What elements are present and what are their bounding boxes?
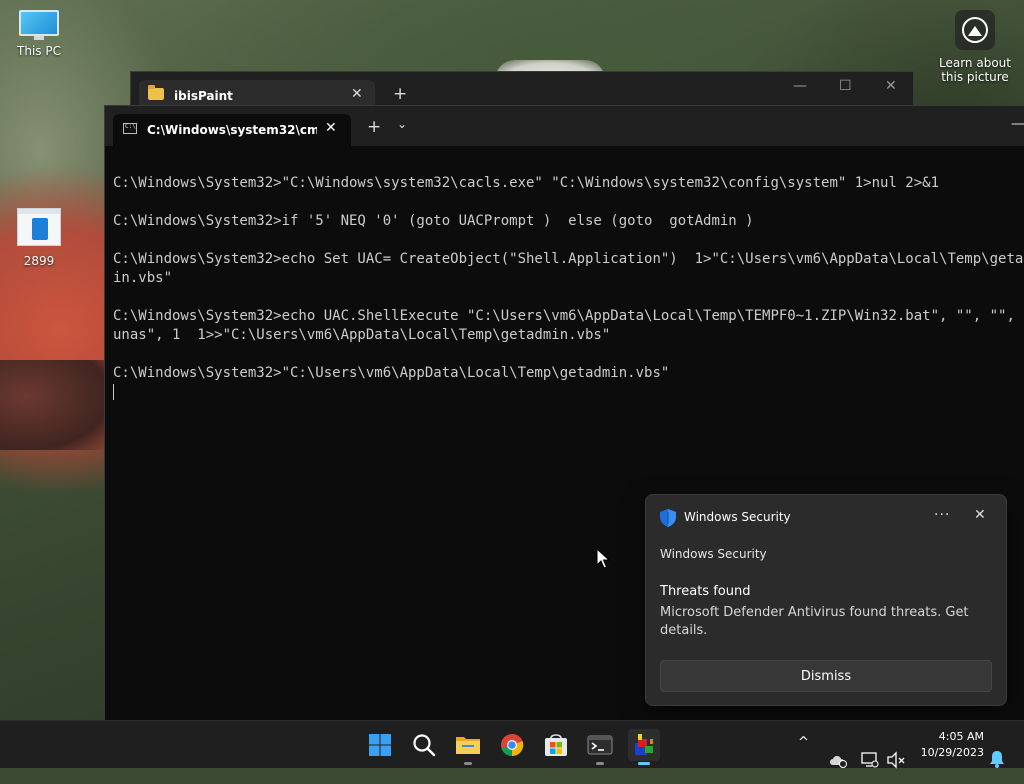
- tab-dropdown-button[interactable]: ⌄: [397, 117, 407, 131]
- desktop-icon-2899[interactable]: 2899: [0, 208, 78, 268]
- tab-close-button[interactable]: ✕: [351, 86, 363, 102]
- learn-about-picture-icon: [955, 10, 995, 50]
- desktop-icon-label: This PC: [17, 44, 61, 58]
- notification-headline: Threats found: [660, 584, 751, 599]
- running-indicator: [596, 762, 604, 765]
- taskbar-ibispaint[interactable]: [628, 729, 660, 765]
- notification-message[interactable]: Microsoft Defender Antivirus found threa…: [660, 604, 980, 640]
- terminal-line: C:\Windows\System32>"C:\Windows\system32…: [113, 175, 940, 191]
- close-button[interactable]: ✕: [885, 78, 897, 94]
- active-indicator: [638, 762, 650, 765]
- minimize-button[interactable]: —: [1011, 116, 1024, 132]
- notification-attribution: Windows Security: [660, 547, 767, 561]
- text-cursor: [113, 384, 114, 400]
- volume-muted-icon[interactable]: [886, 736, 906, 784]
- new-tab-button[interactable]: +: [393, 84, 407, 104]
- tab-title: C:\Windows\system32\cmd.exe: [147, 123, 317, 137]
- new-tab-button[interactable]: +: [367, 117, 381, 137]
- show-hidden-icons-button[interactable]: ^: [798, 735, 809, 783]
- terminal-line: C:\Windows\System32>echo UAC.ShellExecut…: [113, 308, 1024, 324]
- desktop-icon-learn-about-picture[interactable]: Learn about this picture: [936, 10, 1014, 84]
- dismiss-button[interactable]: Dismiss: [660, 660, 992, 692]
- wallpaper-detail: [0, 360, 110, 450]
- notification-bell-icon[interactable]: [988, 735, 1006, 783]
- taskbar-file-explorer[interactable]: [452, 729, 484, 765]
- clock[interactable]: 4:05 AM 10/29/2023: [912, 729, 984, 761]
- running-indicator: [464, 762, 472, 765]
- monitor-icon: [19, 10, 59, 40]
- network-icon[interactable]: [860, 736, 880, 784]
- document-icon: [17, 208, 61, 246]
- taskbar-chrome[interactable]: [496, 729, 528, 761]
- cmd-icon: [123, 123, 137, 134]
- terminal-line: C:\Windows\System32>echo Set UAC= Create…: [113, 251, 1024, 267]
- terminal-titlebar[interactable]: C:\Windows\system32\cmd.exe ✕ + ⌄ —: [105, 106, 1024, 146]
- more-options-button[interactable]: ···: [934, 507, 950, 523]
- onedrive-icon[interactable]: [828, 736, 848, 784]
- tab-title: ibisPaint: [174, 89, 233, 103]
- search-icon: [413, 734, 436, 757]
- desktop-icon-label: Learn about this picture: [939, 56, 1011, 84]
- terminal-line: in.vbs": [113, 270, 173, 286]
- mouse-pointer-icon: [596, 548, 610, 569]
- windows-start-icon: [369, 734, 391, 756]
- terminal-line: C:\Windows\System32>"C:\Users\vm6\AppDat…: [113, 365, 670, 381]
- folder-icon: [148, 85, 164, 100]
- terminal-prompt-line[interactable]: [113, 383, 1024, 402]
- terminal-line: C:\Windows\System32>if '5' NEQ '0' (goto…: [113, 213, 754, 229]
- windows-security-notification[interactable]: Windows Security ··· ✕ Windows Security …: [645, 494, 1007, 706]
- chrome-icon: [501, 733, 524, 757]
- notification-close-button[interactable]: ✕: [974, 507, 986, 523]
- store-icon: [545, 734, 567, 756]
- maximize-button[interactable]: ☐: [839, 78, 852, 94]
- clock-date: 10/29/2023: [920, 746, 984, 759]
- start-button[interactable]: [364, 729, 396, 761]
- folder-icon: [456, 737, 480, 754]
- search-button[interactable]: [408, 729, 440, 761]
- tab-cmd[interactable]: C:\Windows\system32\cmd.exe ✕: [113, 114, 351, 146]
- desktop-icon-this-pc[interactable]: This PC: [0, 10, 78, 58]
- ibispaint-icon: [635, 734, 653, 755]
- taskbar-microsoft-store[interactable]: [540, 729, 572, 761]
- notification-app-name: Windows Security: [684, 510, 791, 524]
- desktop-icon-label: 2899: [23, 254, 55, 268]
- shield-icon: [660, 509, 676, 527]
- taskbar-terminal[interactable]: [584, 729, 616, 765]
- tab-close-button[interactable]: ✕: [325, 120, 337, 136]
- minimize-button[interactable]: —: [793, 78, 807, 94]
- clock-time: 4:05 AM: [938, 730, 984, 743]
- terminal-icon: [587, 735, 613, 755]
- taskbar: ^ 4:05 AM 10/29/2023: [0, 720, 1024, 769]
- terminal-line: unas", 1 1>>"C:\Users\vm6\AppData\Local\…: [113, 327, 611, 343]
